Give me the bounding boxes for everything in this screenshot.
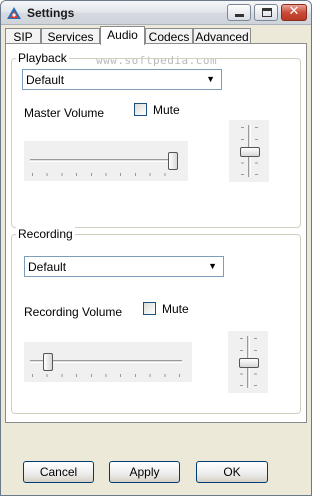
slider-ticks (32, 173, 176, 176)
maximize-icon (262, 8, 272, 17)
minimize-icon (235, 14, 244, 17)
audio-tab-panel: www.softpedia.com Playback Default ▼ Mas… (5, 43, 307, 423)
recording-group-label: Recording (16, 227, 75, 241)
playback-group: Playback Default ▼ Master Volume Mute (11, 51, 301, 228)
tab-advanced[interactable]: Advanced (193, 28, 251, 44)
tab-sip[interactable]: SIP (5, 28, 41, 44)
chevron-down-icon: ▼ (206, 74, 215, 84)
close-button[interactable]: ✕ (281, 4, 307, 21)
playback-device-select[interactable]: Default ▼ (22, 69, 222, 90)
playback-mute-label: Mute (153, 103, 180, 117)
window-title: Settings (27, 6, 75, 20)
apply-button[interactable]: Apply (109, 461, 180, 483)
minimize-button[interactable] (227, 4, 251, 21)
playback-device-value: Default (26, 73, 65, 87)
recording-mute-label: Mute (162, 302, 189, 316)
cancel-button[interactable]: Cancel (23, 461, 94, 483)
recording-balance-slider[interactable] (228, 331, 268, 393)
playback-group-label: Playback (16, 51, 69, 65)
close-icon: ✕ (288, 4, 300, 19)
master-volume-label: Master Volume (24, 106, 105, 120)
maximize-button[interactable] (254, 4, 278, 21)
slider-thumb[interactable] (240, 147, 260, 157)
recording-mute-checkbox[interactable] (143, 302, 156, 315)
tab-services[interactable]: Services (41, 28, 100, 44)
chevron-down-icon: ▼ (208, 261, 217, 271)
tab-audio[interactable]: Audio (100, 26, 145, 45)
slider-thumb[interactable] (239, 358, 259, 368)
recording-group: Recording Default ▼ Recording Volume Mut… (11, 227, 301, 414)
slider-track (30, 159, 178, 162)
recording-volume-label: Recording Volume (24, 305, 123, 319)
settings-window: Settings ✕ SIP Services Audio Codecs Adv… (0, 0, 312, 496)
playback-mute-checkbox[interactable] (134, 103, 147, 116)
master-volume-slider[interactable] (24, 141, 188, 181)
slider-thumb[interactable] (43, 353, 53, 371)
ok-button[interactable]: OK (196, 461, 268, 483)
title-bar[interactable]: Settings ✕ (1, 1, 311, 25)
recording-device-value: Default (28, 260, 67, 274)
playback-balance-slider[interactable] (229, 120, 269, 182)
recording-device-select[interactable]: Default ▼ (24, 256, 224, 277)
slider-thumb[interactable] (168, 152, 179, 170)
slider-ticks (32, 374, 180, 377)
recording-volume-slider[interactable] (24, 342, 192, 382)
tab-codecs[interactable]: Codecs (145, 28, 193, 44)
app-logo-icon (7, 7, 21, 19)
